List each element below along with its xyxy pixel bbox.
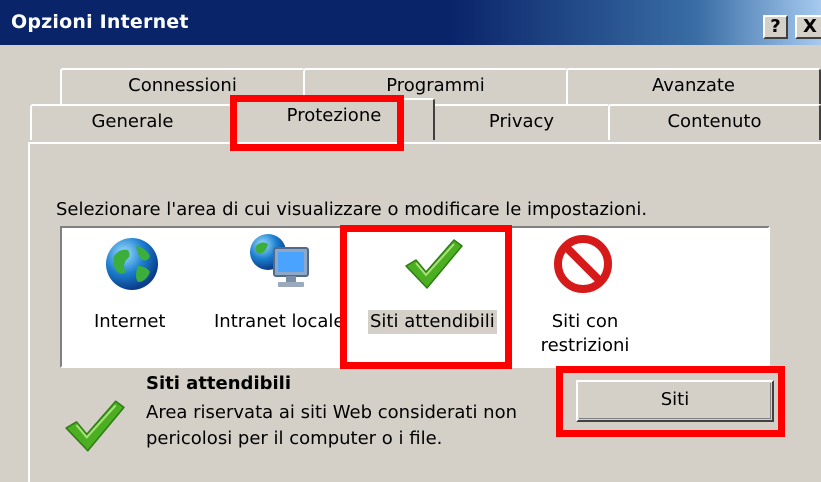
zone-detail-description: Area riservata ai siti Web considerati n… (146, 402, 518, 449)
globe-icon[interactable] (104, 236, 160, 292)
zone-label-intranet[interactable]: Intranet locale (214, 310, 344, 334)
window-title: Opzioni Internet (11, 11, 189, 33)
close-button[interactable]: X (795, 15, 821, 39)
zone-instruction: Selezionare l'area di cui visualizzare o… (56, 199, 648, 220)
intranet-icon[interactable] (248, 232, 314, 298)
zone-label-restricted[interactable]: Siti con restrizioni (530, 310, 640, 358)
tab-privacy[interactable]: Privacy (433, 104, 610, 140)
zone-label-internet[interactable]: Internet (94, 310, 165, 334)
help-button[interactable]: ? (763, 15, 788, 39)
checkmark-icon[interactable] (402, 236, 464, 292)
tab-avanzate[interactable]: Avanzate (566, 68, 821, 104)
tab-generale[interactable]: Generale (30, 104, 235, 140)
checkmark-icon (62, 396, 126, 456)
tab-contenuto[interactable]: Contenuto (608, 104, 821, 140)
zone-label-trusted[interactable]: Siti attendibili (368, 310, 497, 334)
tab-protezione[interactable]: Protezione (233, 98, 435, 140)
sites-button[interactable]: Siti (576, 380, 774, 422)
zone-detail-title: Siti attendibili (146, 373, 292, 394)
window-title-bar: Opzioni Internet ? X (0, 0, 821, 45)
no-entry-icon[interactable] (553, 234, 613, 294)
